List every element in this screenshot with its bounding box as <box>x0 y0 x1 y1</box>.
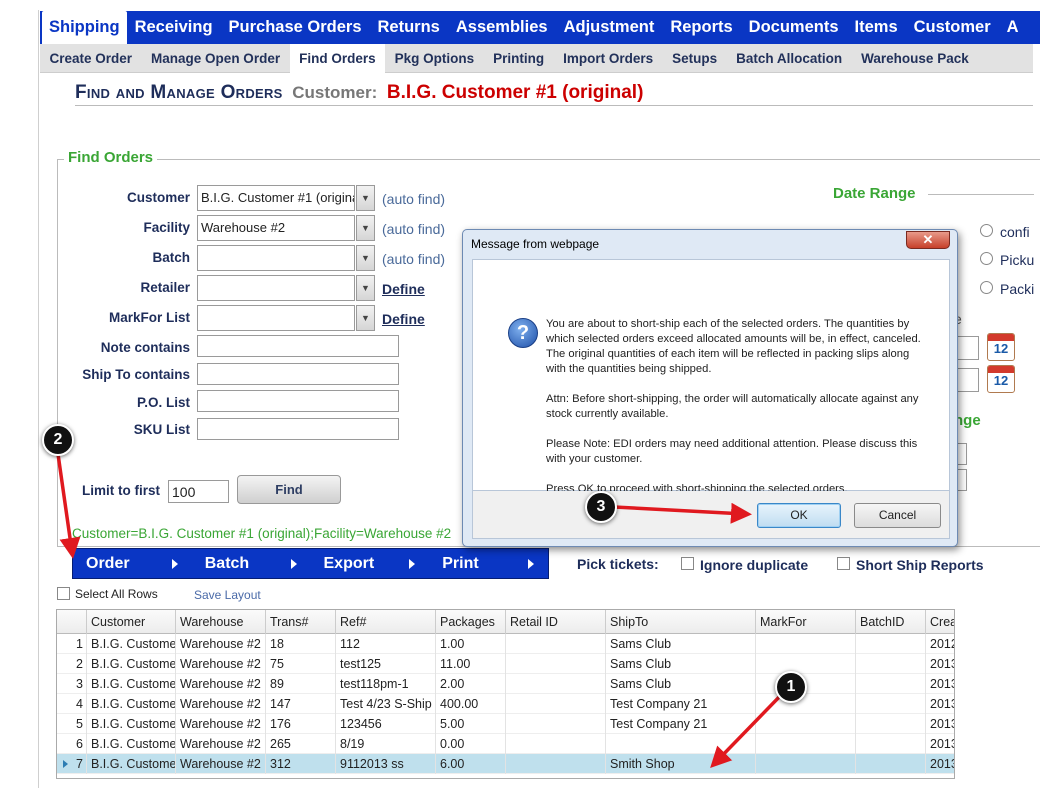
callout-3-arrow <box>613 502 752 524</box>
annotation-arrows <box>56 453 786 769</box>
callout-3-badge: 3 <box>585 491 617 523</box>
callout-1-badge: 1 <box>775 671 807 703</box>
callout-2-badge: 2 <box>42 424 74 456</box>
callout-2-arrow <box>56 453 81 559</box>
callout-1-arrow <box>710 690 786 769</box>
